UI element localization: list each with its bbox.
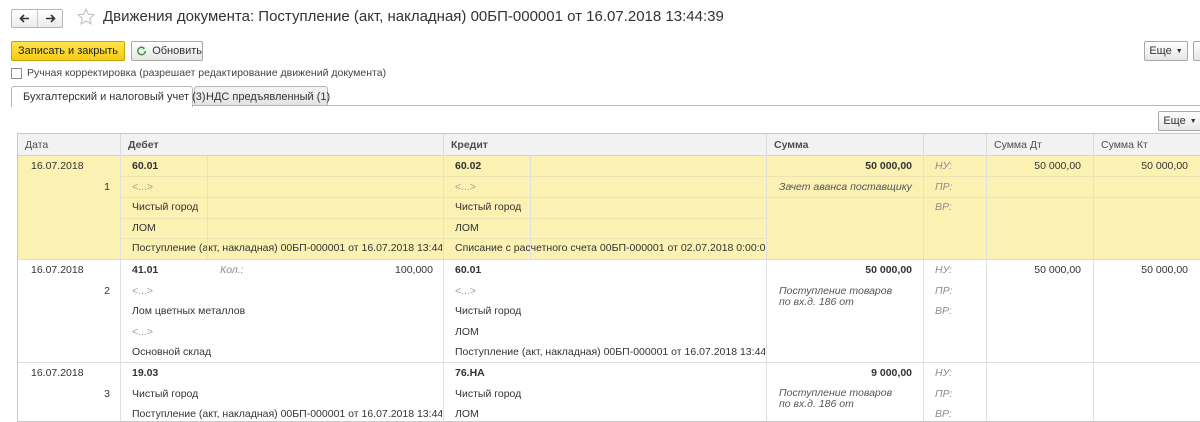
credit-subconto-3: ЛОМ bbox=[455, 326, 479, 338]
debit-subconto-2: Лом цветных металлов bbox=[132, 305, 246, 317]
tab-vat-label: НДС предъявленный (1) bbox=[206, 90, 331, 103]
debit-subconto-1: Чистый город bbox=[132, 388, 199, 400]
row-number: 2 bbox=[104, 285, 110, 297]
debit-subconto-2: Чистый город bbox=[132, 201, 199, 213]
manual-correction-row: Ручная корректировка (разрешает редактир… bbox=[11, 67, 386, 79]
page-title: Движения документа: Поступление (акт, на… bbox=[103, 8, 724, 25]
row-content: Поступление товаров по вх.д. 186 от 16.0… bbox=[779, 388, 893, 409]
manual-correction-label: Ручная корректировка (разрешает редактир… bbox=[27, 67, 387, 79]
debit-subconto-4: Поступление (акт, накладная) 00БП-000001… bbox=[132, 242, 442, 254]
debit-subconto-2: Поступление (акт, накладная) 00БП-000001… bbox=[132, 408, 442, 420]
refresh-icon bbox=[137, 46, 147, 56]
tab-accounting[interactable]: Дт Кт Бухгалтерский и налоговый учет (3) bbox=[11, 86, 206, 107]
credit-subconto-4: Списание с расчетного счета 00БП-000001 … bbox=[455, 242, 765, 254]
table-more-label: Еще bbox=[1163, 115, 1186, 127]
nu-label: НУ: bbox=[935, 264, 952, 276]
forward-button[interactable] bbox=[37, 10, 62, 27]
refresh-button-label: Обновить bbox=[152, 45, 202, 57]
table-header: Дата Дебет Кредит Сумма Сумма Дт Сумма К… bbox=[18, 134, 1200, 156]
debit-qty-label: Кол.: bbox=[220, 264, 244, 276]
row-sum-kt: 50 000,00 bbox=[1141, 160, 1188, 172]
table-row[interactable]: 16.07.2018 2 41.01 Кол.: 100,000 <...> Л… bbox=[18, 260, 1200, 361]
column-sum-dt[interactable]: Сумма Дт bbox=[986, 134, 1093, 156]
favorite-star-icon[interactable] bbox=[76, 7, 96, 27]
debit-qty: 100,000 bbox=[395, 264, 433, 276]
table-row[interactable]: 16.07.2018 3 19.03 Чистый город Поступле… bbox=[18, 363, 1200, 421]
row-sum-kt: 50 000,00 bbox=[1141, 264, 1188, 276]
tab-vat-presented[interactable]: НДС предъявленный (1) bbox=[194, 86, 331, 106]
back-button[interactable] bbox=[12, 10, 37, 27]
table-more-button[interactable]: Еще ▼ bbox=[1158, 111, 1200, 131]
row-sum: 50 000,00 bbox=[865, 264, 912, 276]
row-date: 16.07.2018 bbox=[31, 160, 84, 172]
credit-account: 60.02 bbox=[455, 160, 482, 172]
row-sum: 50 000,00 bbox=[865, 160, 912, 172]
vr-label: ВР: bbox=[935, 305, 952, 317]
arrow-right-icon bbox=[45, 14, 56, 23]
credit-subconto-3: ЛОМ bbox=[455, 222, 479, 234]
more-button[interactable]: Еще ▼ bbox=[1144, 41, 1188, 61]
debit-account: 60.01 bbox=[132, 160, 159, 172]
debit-subconto-3: <...> bbox=[132, 326, 154, 338]
row-content: Зачет аванса поставщику bbox=[779, 181, 912, 193]
credit-subconto-2: Чистый город bbox=[455, 201, 522, 213]
row-number: 3 bbox=[104, 388, 110, 400]
more-button-label: Еще bbox=[1149, 45, 1172, 57]
vr-label: ВР: bbox=[935, 201, 952, 213]
nu-label: НУ: bbox=[935, 367, 952, 379]
column-accounting-type bbox=[923, 134, 986, 156]
row-sum-dt: 50 000,00 bbox=[1034, 264, 1081, 276]
credit-subconto-1: Чистый город bbox=[455, 388, 522, 400]
pr-label: ПР: bbox=[935, 285, 953, 297]
movements-table[interactable]: Дата Дебет Кредит Сумма Сумма Дт Сумма К… bbox=[17, 133, 1200, 422]
credit-account: 60.01 bbox=[455, 264, 482, 276]
credit-subconto-4: Поступление (акт, накладная) 00БП-000001… bbox=[455, 346, 765, 358]
credit-subconto-1: <...> bbox=[455, 181, 477, 193]
row-sum: 9 000,00 bbox=[871, 367, 912, 379]
dropdown-arrow-icon: ▼ bbox=[1175, 47, 1183, 55]
nu-label: НУ: bbox=[935, 160, 952, 172]
history-nav bbox=[11, 9, 63, 28]
column-debit[interactable]: Дебет bbox=[120, 134, 443, 156]
row-content: Поступление товаров по вх.д. 186 от 16.0… bbox=[779, 286, 893, 307]
vr-label: ВР: bbox=[935, 408, 952, 420]
row-date: 16.07.2018 bbox=[31, 264, 84, 276]
credit-subconto-1: <...> bbox=[455, 285, 477, 297]
column-sum[interactable]: Сумма bbox=[766, 134, 923, 156]
credit-subconto-2: Чистый город bbox=[455, 305, 522, 317]
arrow-left-icon bbox=[19, 14, 29, 23]
credit-subconto-2: ЛОМ bbox=[455, 408, 479, 420]
row-date: 16.07.2018 bbox=[31, 367, 84, 379]
row-sum-dt: 50 000,00 bbox=[1034, 160, 1081, 172]
debit-subconto-3: ЛОМ bbox=[132, 222, 156, 234]
column-sum-kt[interactable]: Сумма Кт bbox=[1093, 134, 1200, 156]
debit-subconto-4: Основной склад bbox=[132, 346, 212, 358]
column-credit[interactable]: Кредит bbox=[443, 134, 766, 156]
refresh-button[interactable]: Обновить bbox=[131, 41, 203, 61]
pr-label: ПР: bbox=[935, 181, 953, 193]
debit-subconto-1: <...> bbox=[132, 181, 154, 193]
extra-actions-button[interactable] bbox=[1193, 41, 1200, 61]
debit-subconto-1: <...> bbox=[132, 285, 154, 297]
debit-account: 41.01 bbox=[132, 264, 159, 276]
pr-label: ПР: bbox=[935, 388, 953, 400]
tab-accounting-label: Бухгалтерский и налоговый учет (3) bbox=[23, 91, 206, 103]
save-and-close-button[interactable]: Записать и закрыть bbox=[11, 41, 125, 61]
manual-correction-checkbox[interactable] bbox=[11, 67, 22, 79]
table-row[interactable]: 16.07.2018 1 60.01 <...> Чистый город ЛО… bbox=[18, 156, 1200, 259]
dropdown-arrow-icon: ▼ bbox=[1189, 117, 1197, 125]
debit-account: 19.03 bbox=[132, 367, 159, 379]
credit-account: 76.НА bbox=[455, 367, 485, 379]
row-number: 1 bbox=[104, 181, 110, 193]
column-date[interactable]: Дата bbox=[18, 134, 120, 156]
